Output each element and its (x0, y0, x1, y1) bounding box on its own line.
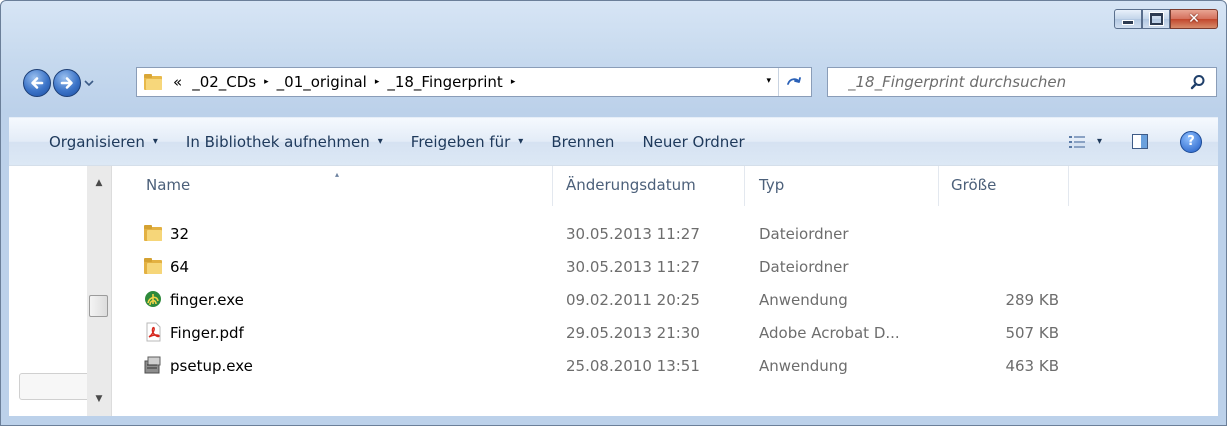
address-bar[interactable]: « _02_CDs ▸ _01_original ▸ _18_Fingerpri… (136, 67, 812, 97)
minimize-icon (1122, 19, 1134, 25)
breadcrumb-separator[interactable]: ▸ (264, 77, 269, 87)
pdf-icon (146, 322, 161, 342)
minimize-button[interactable] (1114, 9, 1142, 29)
breadcrumb-item[interactable]: _02_CDs (192, 73, 256, 91)
close-button[interactable]: ✕ (1170, 9, 1218, 29)
breadcrumb-separator[interactable]: ▸ (511, 77, 516, 87)
breadcrumb-separator[interactable]: ▸ (375, 77, 380, 87)
file-date: 30.05.2013 11:27 (566, 258, 700, 276)
file-size: 289 KB (1005, 291, 1059, 309)
burn-label: Brennen (551, 132, 615, 151)
back-button[interactable] (23, 69, 51, 97)
preview-pane-icon[interactable] (1132, 134, 1148, 149)
file-row[interactable]: psetup.exe 25.08.2010 13:51 Anwendung 46… (9, 352, 1218, 382)
close-icon: ✕ (1188, 11, 1200, 27)
file-row[interactable]: Finger.pdf 29.05.2013 21:30 Adobe Acroba… (9, 319, 1218, 349)
file-name: 32 (170, 225, 190, 243)
breadcrumb-item[interactable]: _01_original (277, 73, 367, 91)
recent-pages-button[interactable] (84, 78, 94, 88)
library-menu[interactable]: In Bibliothek aufnehmen ▾ (172, 133, 397, 151)
search-input[interactable] (846, 72, 1190, 92)
details-view-icon (1068, 135, 1085, 148)
column-header-type[interactable]: Typ (759, 176, 784, 194)
file-type: Anwendung (759, 357, 848, 375)
explorer-window: ✕ « _02_CDs ▸ _01_original ▸ _18_Fingerp… (0, 0, 1227, 426)
file-name: psetup.exe (170, 357, 253, 375)
column-headers: ▴ Name Änderungsdatum Typ Größe (9, 166, 1218, 206)
file-type: Dateiordner (759, 225, 849, 243)
forward-button[interactable] (53, 69, 81, 97)
file-type: Adobe Acrobat D... (759, 324, 900, 342)
share-label: Freigeben für (410, 132, 511, 151)
column-header-name[interactable]: Name (146, 176, 190, 194)
breadcrumb-overflow[interactable]: « (173, 73, 182, 91)
column-divider[interactable] (1068, 166, 1069, 206)
library-label: In Bibliothek aufnehmen (185, 132, 370, 151)
navigation-buttons (23, 69, 94, 97)
organize-menu[interactable]: Organisieren ▾ (9, 133, 172, 151)
maximize-icon (1148, 12, 1164, 26)
maximize-button[interactable] (1142, 9, 1170, 29)
scroll-down-arrow[interactable]: ▼ (87, 388, 111, 410)
refresh-icon (787, 77, 801, 85)
file-row[interactable]: 32 30.05.2013 11:27 Dateiordner (9, 220, 1218, 250)
column-divider[interactable] (552, 166, 553, 206)
forward-arrow-icon (60, 77, 73, 89)
file-size: 507 KB (1005, 324, 1059, 342)
refresh-button[interactable] (778, 68, 811, 96)
file-type: Anwendung (759, 291, 848, 309)
chevron-down-icon (84, 80, 94, 87)
chevron-down-icon: ▾ (377, 136, 383, 147)
file-date: 30.05.2013 11:27 (566, 225, 700, 243)
file-name: 64 (170, 258, 190, 276)
breadcrumb-item[interactable]: _18_Fingerprint (387, 73, 502, 91)
back-arrow-icon (31, 77, 44, 89)
fingerprint-app-icon (145, 291, 161, 307)
command-bar: Organisieren ▾ In Bibliothek aufnehmen ▾ F… (9, 117, 1218, 165)
address-dropdown-button[interactable]: ▾ (766, 76, 771, 86)
breadcrumb: « _02_CDs ▸ _01_original ▸ _18_Fingerpri… (173, 73, 523, 91)
search-icon[interactable] (1190, 74, 1206, 90)
file-row[interactable]: 64 30.05.2013 11:27 Dateiordner (9, 253, 1218, 283)
view-options-button[interactable]: ▾ (1068, 135, 1102, 148)
folder-icon (144, 74, 162, 90)
chevron-down-icon: ▾ (1096, 136, 1102, 147)
search-box (827, 67, 1217, 97)
new-folder-label: Neuer Ordner (642, 132, 745, 151)
file-date: 25.08.2010 13:51 (566, 357, 700, 375)
file-name: Finger.pdf (170, 324, 244, 342)
setup-icon (144, 356, 161, 374)
folder-icon (144, 258, 162, 274)
chevron-down-icon: ▾ (152, 136, 158, 147)
caption-buttons: ✕ (1114, 9, 1218, 29)
folder-icon (144, 225, 162, 241)
column-header-date[interactable]: Änderungsdatum (566, 176, 696, 194)
column-header-size[interactable]: Größe (951, 176, 996, 194)
share-menu[interactable]: Freigeben für ▾ (397, 133, 538, 151)
file-list-area: ▲ ▼ ▴ Name Änderungsdatum Typ Größe 32 3… (9, 165, 1218, 416)
burn-button[interactable]: Brennen (537, 133, 628, 151)
file-size: 463 KB (1005, 357, 1059, 375)
chevron-down-icon: ▾ (518, 136, 524, 147)
file-row[interactable]: finger.exe 09.02.2011 20:25 Anwendung 28… (9, 286, 1218, 316)
help-icon[interactable]: ? (1180, 130, 1202, 153)
file-date: 09.02.2011 20:25 (566, 291, 700, 309)
column-divider[interactable] (938, 166, 939, 206)
command-bar-right: ▾ ? (1068, 130, 1218, 153)
new-folder-button[interactable]: Neuer Ordner (628, 133, 758, 151)
file-type: Dateiordner (759, 258, 849, 276)
file-date: 29.05.2013 21:30 (566, 324, 700, 342)
sort-indicator-icon: ▴ (335, 170, 340, 179)
column-divider[interactable] (744, 166, 745, 206)
file-name: finger.exe (170, 291, 244, 309)
organize-label: Organisieren (49, 132, 145, 151)
